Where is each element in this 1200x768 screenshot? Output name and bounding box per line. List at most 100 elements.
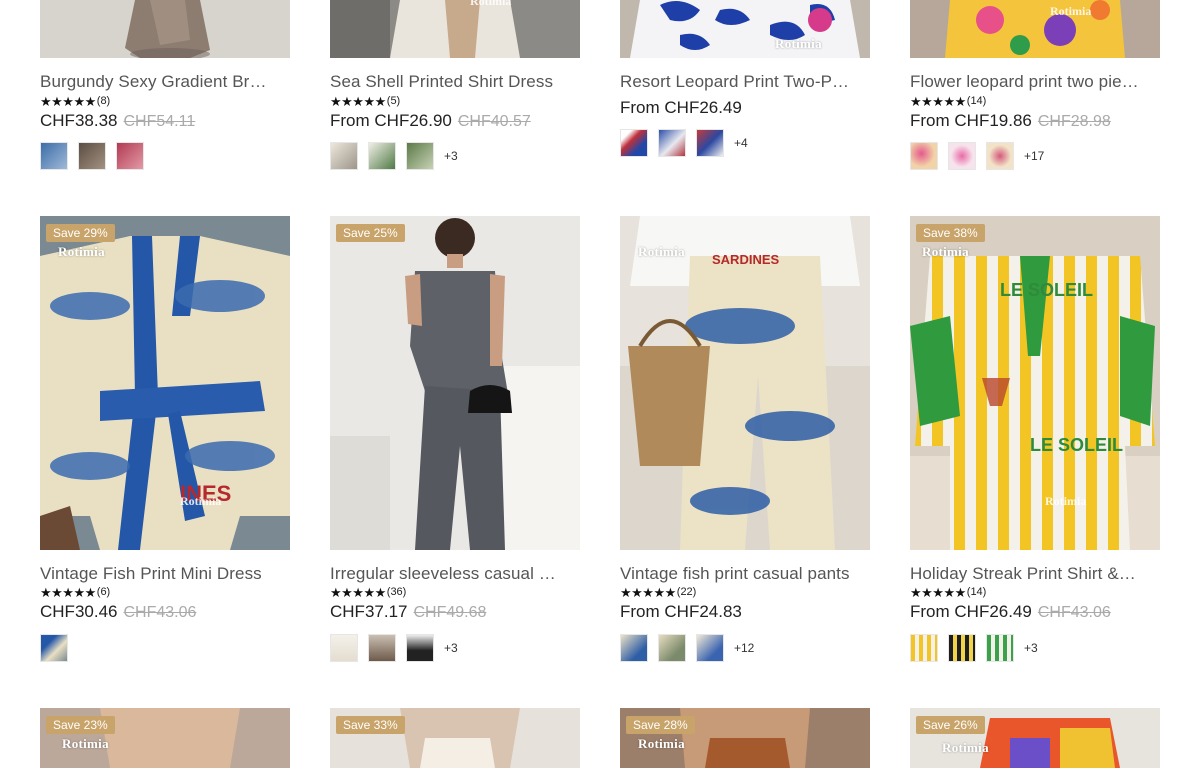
color-swatch[interactable] [948,142,976,170]
product-image[interactable]: Rotimia [620,0,870,58]
save-badge: Save 26% [916,716,985,734]
product-card[interactable]: SARDINES Rotimia Vintage fish print casu… [620,216,870,676]
color-swatch[interactable] [658,129,686,157]
color-swatch[interactable] [330,634,358,662]
rating-count: (6) [96,586,111,598]
color-swatches: +3 [910,634,1038,662]
color-swatch[interactable] [40,142,68,170]
product-image[interactable]: INES Save 29% Rotimia Rotimia [40,216,290,550]
color-swatch[interactable] [116,142,144,170]
color-swatch[interactable] [620,129,648,157]
product-title[interactable]: Vintage fish print casual pants [620,564,870,584]
more-colors-count[interactable]: +3 [444,641,458,655]
sale-price: From CHF24.83 [620,602,742,621]
product-image[interactable]: Rotimia [910,0,1160,58]
product-card[interactable]: Save 28% Rotimia [620,708,870,768]
sale-price: CHF30.46 [40,602,118,621]
product-grid: Burgundy Sexy Gradient Br… ★★★★★ (8) CHF… [0,0,1200,768]
brand-watermark: Rotimia [775,36,822,51]
color-swatch[interactable] [986,142,1014,170]
brand-watermark: Rotimia [1050,4,1092,18]
more-colors-count[interactable]: +17 [1024,149,1044,163]
color-swatch[interactable] [368,634,396,662]
save-badge: Save 29% [46,224,115,242]
product-image[interactable]: Save 23% Rotimia [40,708,290,768]
color-swatches: +3 [330,634,458,662]
brand-watermark: Rotimia [62,736,109,751]
price-row: From CHF26.90 CHF40.57 [330,111,531,131]
color-swatch[interactable] [910,142,938,170]
product-rating: ★★★★★ (8) [40,94,110,108]
product-card[interactable]: Rotimia Flower leopard print two pie… ★★… [910,0,1160,200]
brand-watermark: Rotimia [638,736,685,751]
product-title[interactable]: Burgundy Sexy Gradient Br… [40,72,290,92]
more-colors-count[interactable]: +3 [444,149,458,163]
more-colors-count[interactable]: +4 [734,136,748,150]
product-image[interactable] [40,0,290,58]
brand-watermark: Rotimia [470,0,512,8]
brand-watermark: Rotimia [58,244,105,259]
product-card[interactable]: Rotimia Resort Leopard Print Two-P… From… [620,0,870,200]
brand-watermark: Rotimia [1045,494,1087,508]
brand-watermark: Rotimia [180,494,222,508]
product-card[interactable]: Save 25% Irregular sleeveless casual … ★… [330,216,580,676]
color-swatches: +3 [330,142,458,170]
product-card[interactable]: INES Save 29% Rotimia Rotimia Vintage Fi… [40,216,290,676]
color-swatches [40,142,154,170]
product-card[interactable]: Rotimia Sea Shell Printed Shirt Dress ★★… [330,0,580,200]
save-badge: Save 25% [336,224,405,242]
color-swatches [40,634,78,662]
price-row: From CHF19.86 CHF28.98 [910,111,1111,131]
save-badge: Save 28% [626,716,695,734]
product-image[interactable]: Save 25% [330,216,580,550]
color-swatch[interactable] [658,634,686,662]
color-swatch[interactable] [696,634,724,662]
color-swatch[interactable] [330,142,358,170]
product-image[interactable]: Save 28% Rotimia [620,708,870,768]
rating-stars: ★★★★★ [40,93,96,109]
sale-price: From CHF19.86 [910,111,1032,130]
product-title[interactable]: Vintage Fish Print Mini Dress [40,564,290,584]
color-swatch[interactable] [368,142,396,170]
more-colors-count[interactable]: +3 [1024,641,1038,655]
color-swatch[interactable] [406,142,434,170]
color-swatches: +12 [620,634,754,662]
product-title[interactable]: Resort Leopard Print Two-P… [620,72,870,92]
product-image[interactable]: Save 26% Rotimia [910,708,1160,768]
product-title[interactable]: Holiday Streak Print Shirt &… [910,564,1160,584]
color-swatch[interactable] [406,634,434,662]
color-swatch[interactable] [948,634,976,662]
color-swatches: +17 [910,142,1044,170]
color-swatch[interactable] [40,634,68,662]
save-badge: Save 38% [916,224,985,242]
rating-stars: ★★★★★ [620,584,676,600]
color-swatch[interactable] [696,129,724,157]
product-card[interactable]: Save 23% Rotimia [40,708,290,768]
sale-price: From CHF26.90 [330,111,452,130]
product-image[interactable]: SARDINES Rotimia [620,216,870,550]
product-card[interactable]: Save 26% Rotimia [910,708,1160,768]
color-swatch[interactable] [620,634,648,662]
product-image[interactable]: LE SOLEIL LE SOLEIL Save 38% Rotimia Rot… [910,216,1160,550]
product-card[interactable]: LE SOLEIL LE SOLEIL Save 38% Rotimia Rot… [910,216,1160,676]
rating-count: (8) [96,95,111,107]
product-title[interactable]: Sea Shell Printed Shirt Dress [330,72,580,92]
product-card[interactable]: Save 33% [330,708,580,768]
product-image[interactable]: Rotimia [330,0,580,58]
more-colors-count[interactable]: +12 [734,641,754,655]
product-title[interactable]: Flower leopard print two pie… [910,72,1160,92]
original-price: CHF54.11 [123,113,196,130]
price-row: CHF38.38 CHF54.11 [40,111,195,131]
original-price: CHF40.57 [457,113,531,130]
price-row: From CHF26.49 [620,98,742,118]
color-swatch[interactable] [78,142,106,170]
rating-count: (5) [386,95,401,107]
color-swatch[interactable] [910,634,938,662]
product-rating: ★★★★★ (14) [910,585,986,599]
product-title[interactable]: Irregular sleeveless casual … [330,564,580,584]
rating-stars: ★★★★★ [910,93,966,109]
color-swatch[interactable] [986,634,1014,662]
product-card[interactable]: Burgundy Sexy Gradient Br… ★★★★★ (8) CHF… [40,0,290,200]
rating-stars: ★★★★★ [330,93,386,109]
product-image[interactable]: Save 33% [330,708,580,768]
